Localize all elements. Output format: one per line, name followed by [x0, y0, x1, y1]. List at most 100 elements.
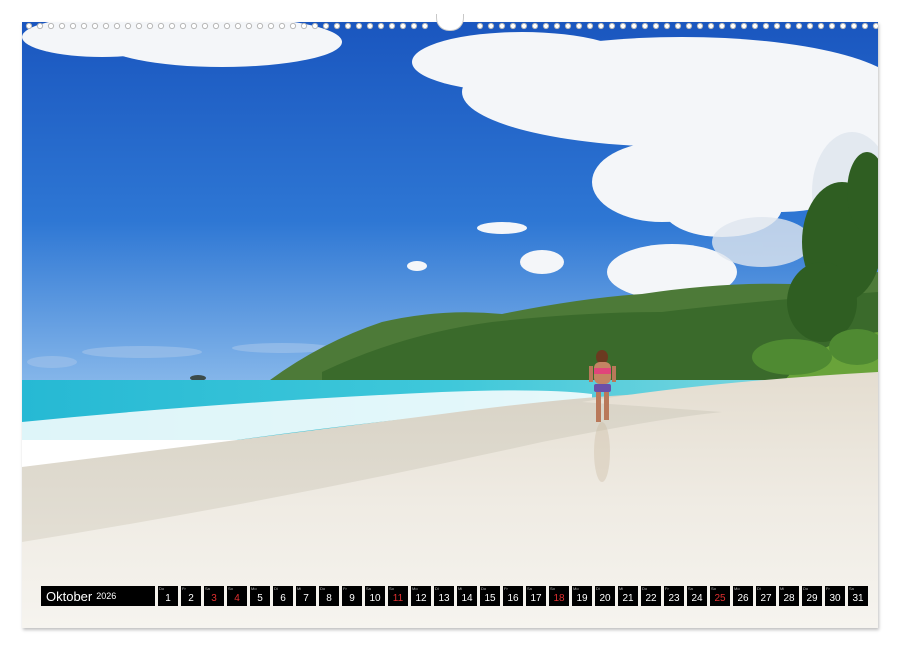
ring-hole [740, 22, 748, 30]
weekday-label: Fr [826, 586, 830, 591]
day-cell: Mi 14 [457, 586, 477, 606]
weekday-label: Do [642, 586, 648, 591]
day-cell: Sa 3 [204, 586, 224, 606]
day-number: 5 [257, 593, 263, 604]
ring-hole [377, 22, 385, 30]
day-number: 22 [645, 593, 657, 604]
day-cell: Do 15 [480, 586, 500, 606]
weekday-label: So [550, 586, 555, 591]
day-number: 21 [622, 593, 634, 604]
weekday-label: Do [159, 586, 165, 591]
day-cell: So 18 [549, 586, 569, 606]
ring-hole [872, 22, 878, 30]
ring-hole [333, 22, 341, 30]
ring-hole [597, 22, 605, 30]
ring-hole [531, 22, 539, 30]
day-cell: Sa 24 [687, 586, 707, 606]
ring-hole [718, 22, 726, 30]
month-label: Oktober 2026 [41, 586, 155, 606]
ring-hole [652, 22, 660, 30]
day-number: 18 [553, 593, 565, 604]
ring-hole [223, 22, 231, 30]
ring-hole [47, 22, 55, 30]
weekday-label: Mo [251, 586, 257, 591]
ring-hole [795, 22, 803, 30]
day-number: 20 [599, 593, 611, 604]
day-number: 1 [165, 593, 171, 604]
day-number: 28 [783, 593, 795, 604]
day-cell: Mi 21 [618, 586, 638, 606]
ring-hole [630, 22, 638, 30]
day-number: 11 [392, 593, 404, 604]
weekday-label: Mi [297, 586, 302, 591]
day-cell: Di 20 [595, 586, 615, 606]
day-cell: Fr 23 [664, 586, 684, 606]
ring-hole [212, 22, 220, 30]
ring-hole [487, 22, 495, 30]
ring-hole [520, 22, 528, 30]
weekday-label: Sa [688, 586, 693, 591]
day-cell: Mi 28 [779, 586, 799, 606]
weekday-label: So [389, 586, 394, 591]
ring-hole [663, 22, 671, 30]
beach-photo [22, 22, 878, 628]
ring-hole [476, 22, 484, 30]
ring-hole [806, 22, 814, 30]
day-cell: Sa 10 [365, 586, 385, 606]
ring-hole [751, 22, 759, 30]
day-number: 13 [438, 593, 450, 604]
ring-hole [300, 22, 308, 30]
ring-hole [267, 22, 275, 30]
ring-hole [102, 22, 110, 30]
weekday-label: Mi [619, 586, 624, 591]
day-number: 12 [415, 593, 427, 604]
ring-hole [850, 22, 858, 30]
day-number: 26 [737, 593, 749, 604]
ring-hole [762, 22, 770, 30]
day-number: 24 [691, 593, 703, 604]
day-cells: Do 1 Fr 2 Sa 3 So 4 Mo 5 Di 6 Mi 7 Do 8 Fr 9 Sa 10 So 11 Mo 12 D… [158, 586, 868, 606]
weekday-label: Mo [412, 586, 418, 591]
day-number: 9 [349, 593, 355, 604]
weekday-label: Do [803, 586, 809, 591]
ring-hole [201, 22, 209, 30]
day-number: 16 [507, 593, 519, 604]
day-cell: Di 27 [756, 586, 776, 606]
ring-hole [234, 22, 242, 30]
weekday-label: Di [757, 586, 761, 591]
ring-hole [278, 22, 286, 30]
weekday-label: Do [320, 586, 326, 591]
ring-hole [256, 22, 264, 30]
day-number: 15 [484, 593, 496, 604]
ring-hole [388, 22, 396, 30]
day-number: 7 [303, 593, 309, 604]
weekday-label: Fr [504, 586, 508, 591]
ring-hole [619, 22, 627, 30]
day-number: 14 [461, 593, 473, 604]
ring-hole [421, 22, 429, 30]
ring-hole [190, 22, 198, 30]
weekday-label: Mi [458, 586, 463, 591]
weekday-label: Fr [343, 586, 347, 591]
ring-hole [124, 22, 132, 30]
day-number: 25 [714, 593, 726, 604]
day-number: 23 [668, 593, 680, 604]
day-number: 29 [806, 593, 818, 604]
day-cell: Fr 9 [342, 586, 362, 606]
day-cell: So 4 [227, 586, 247, 606]
ring-hole [399, 22, 407, 30]
ring-hole [707, 22, 715, 30]
ring-hole [696, 22, 704, 30]
ring-hole [542, 22, 550, 30]
calendar-page [22, 22, 878, 628]
ring-hole [25, 22, 33, 30]
ring-hole [784, 22, 792, 30]
day-cell: Fr 16 [503, 586, 523, 606]
weekday-label: Fr [665, 586, 669, 591]
ring-hole [113, 22, 121, 30]
weekday-label: Fr [182, 586, 186, 591]
weekday-label: Di [596, 586, 600, 591]
ring-hole [729, 22, 737, 30]
ring-hole [157, 22, 165, 30]
ring-hole [685, 22, 693, 30]
